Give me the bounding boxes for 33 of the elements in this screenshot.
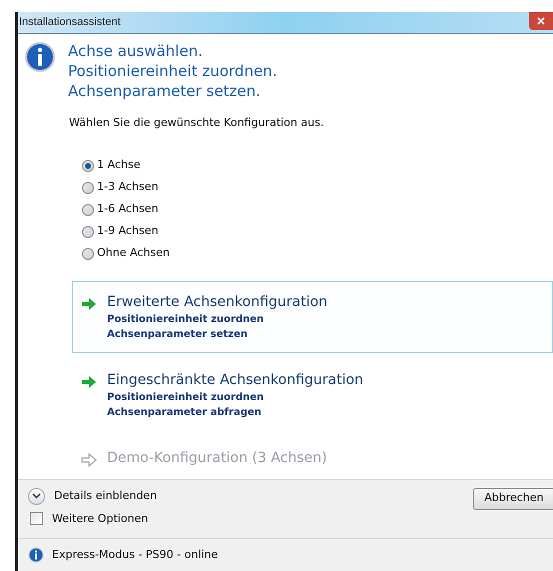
info-icon [28, 547, 44, 564]
heading-text: Positioniereinheit zuordnen. [68, 61, 278, 81]
window-title: Installationsassistent [18, 15, 120, 30]
info-icon [24, 41, 56, 73]
status-text: Express-Modus - PS90 - online [52, 546, 218, 563]
details-toggle[interactable]: Details einblenden [28, 488, 157, 504]
radio-option[interactable]: 1-9 Achsen [82, 224, 553, 240]
instruction-text: Wählen Sie die gewünschte Konfiguration aus. [68, 115, 325, 131]
radio-option[interactable]: Ohne Achsen [82, 246, 553, 262]
close-button[interactable] [529, 12, 553, 30]
cancel-button[interactable]: Abbrechen [473, 488, 553, 510]
command-link-description: Achsenparameter setzen [107, 328, 249, 342]
radio-button[interactable] [82, 248, 94, 260]
checkbox[interactable] [30, 512, 43, 526]
command-link[interactable]: Erweiterte Achsenkonfiguration Positioniereinheit zuordnen Achsenparameter setzen [72, 280, 553, 352]
radio-button[interactable] [82, 204, 94, 216]
arrow-icon [81, 296, 97, 312]
command-link-description: Positioniereinheit zuordnen [107, 312, 265, 326]
command-link-description: Positioniereinheit zuordnen [107, 390, 265, 404]
radio-button[interactable] [82, 160, 94, 172]
radio-option[interactable]: 1-3 Achsen [82, 180, 553, 196]
arrow-icon [81, 452, 97, 468]
radio-button[interactable] [82, 226, 94, 238]
more-options-checkbox[interactable]: Weitere Optionen [28, 510, 157, 527]
heading-text: Achse auswählen. [68, 41, 204, 61]
radio-option[interactable]: 1 Achse [82, 158, 553, 174]
heading-text: Achsenparameter setzen. [68, 81, 262, 101]
command-link-description: Achsenparameter abfragen [107, 406, 262, 420]
radio-button[interactable] [82, 182, 94, 194]
close-icon [537, 16, 545, 24]
arrow-icon [81, 374, 97, 390]
radio-option[interactable]: 1-6 Achsen [82, 202, 553, 218]
command-link[interactable]: Eingeschränkte Achsenkonfiguration Positioniereinheit zuordnen Achsenparameter abfragen [72, 358, 553, 430]
